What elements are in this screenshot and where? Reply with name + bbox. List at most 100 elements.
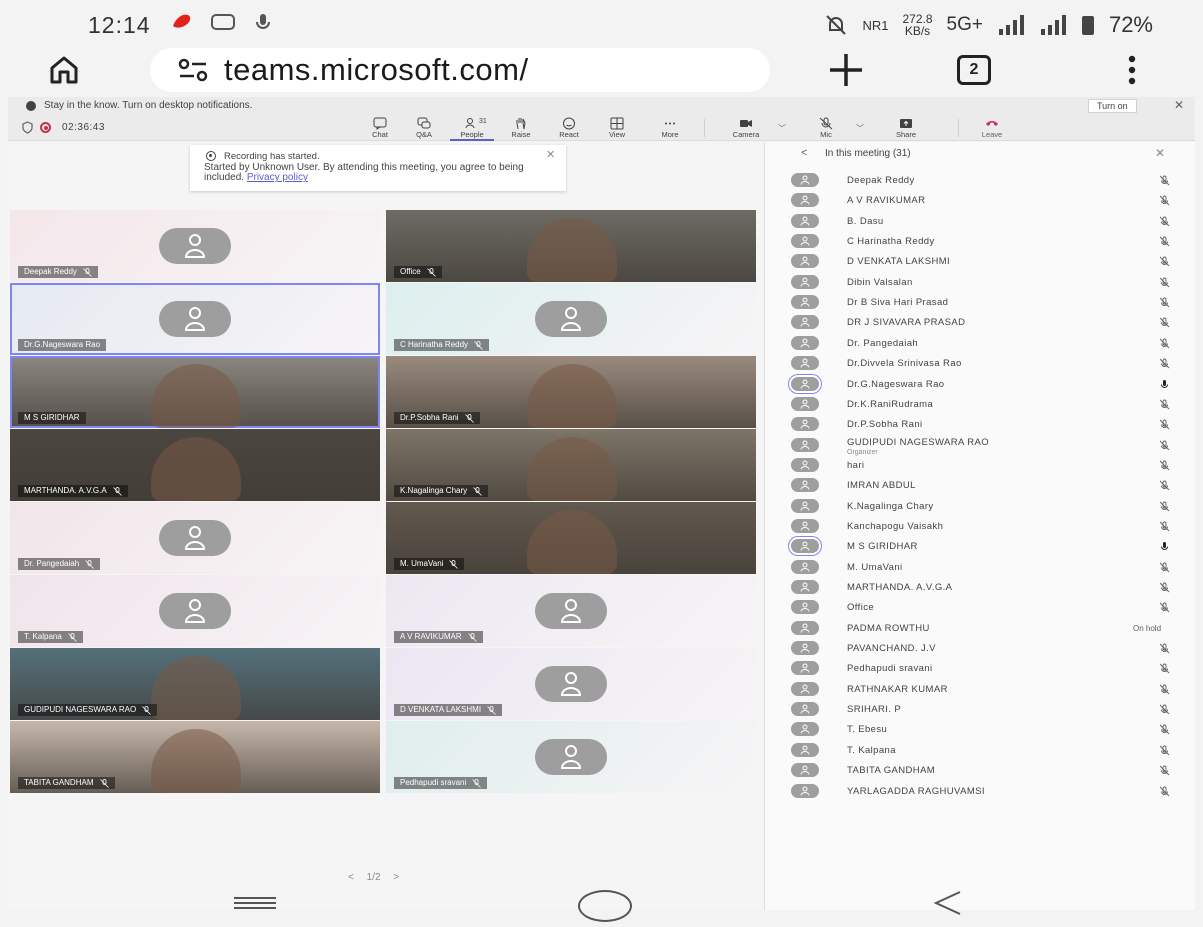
participant-row[interactable]: A V RAVIKUMAR: [765, 190, 1196, 210]
participant-row[interactable]: T. Kalpana: [765, 740, 1196, 760]
video-tile[interactable]: Pedhapudi sravani: [386, 721, 756, 793]
participant-row[interactable]: Dr. Pangedaiah: [765, 333, 1196, 353]
participant-row[interactable]: DR J SIVAVARA PRASAD: [765, 312, 1196, 332]
more-vertical-icon[interactable]: [1124, 54, 1140, 86]
home-icon[interactable]: [48, 54, 80, 86]
participant-row[interactable]: Office: [765, 597, 1196, 617]
share-button[interactable]: Share: [878, 117, 934, 141]
participant-row[interactable]: Dr.Divvela Srinivasa Rao: [765, 353, 1196, 373]
site-settings-icon[interactable]: [178, 58, 208, 82]
video-tile[interactable]: Dr. Pangedaiah: [10, 502, 380, 574]
participant-video: [526, 218, 617, 282]
avatar: [791, 559, 819, 574]
mic-options-chevron-icon[interactable]: ﹀: [856, 123, 864, 134]
video-tile[interactable]: TABITA GANDHAM: [10, 721, 380, 793]
address-bar[interactable]: teams.microsoft.com/: [150, 48, 770, 92]
participant-row[interactable]: IMRAN ABDUL: [765, 475, 1196, 495]
new-tab-plus-icon[interactable]: [826, 50, 866, 90]
participant-row[interactable]: PADMA ROWTHU On hold: [765, 618, 1196, 638]
more-icon: [665, 122, 675, 125]
mic-button[interactable]: Mic: [798, 117, 854, 141]
participant-name: M. UmaVani: [847, 561, 903, 573]
person-icon: [800, 704, 810, 714]
raise-hand-button[interactable]: Raise: [499, 117, 543, 141]
participant-name: SRIHARI. P: [847, 704, 902, 716]
camera-options-chevron-icon[interactable]: ﹀: [778, 123, 786, 134]
participant-row[interactable]: MARTHANDA. A.V.G.A: [765, 577, 1196, 597]
video-tile[interactable]: Dr.P.Sobha Rani: [386, 356, 756, 428]
camera-button[interactable]: Camera: [718, 117, 774, 141]
more-button[interactable]: More: [648, 117, 692, 141]
close-icon[interactable]: ✕: [1174, 98, 1184, 112]
video-tile[interactable]: Office: [386, 210, 756, 282]
mic-off-icon: [1159, 460, 1170, 471]
participant-row[interactable]: K.Nagalinga Chary: [765, 496, 1196, 516]
recents-menu-icon[interactable]: [232, 896, 278, 910]
close-icon[interactable]: ✕: [1155, 146, 1165, 160]
participant-row[interactable]: M. UmaVani: [765, 557, 1196, 577]
mic-off-icon: [1159, 440, 1170, 450]
participant-name: B. Dasu: [847, 215, 884, 227]
avatar: [535, 666, 607, 702]
participant-row[interactable]: B. Dasu: [765, 211, 1196, 231]
participant-row[interactable]: M S GIRIDHAR: [765, 536, 1196, 556]
participant-row[interactable]: SRIHARI. P: [765, 699, 1196, 719]
tile-name: T. Kalpana: [24, 632, 62, 641]
react-button[interactable]: React: [547, 117, 591, 141]
participant-row[interactable]: YARLAGADDA RAGHUVAMSI: [765, 781, 1196, 801]
person-icon: [800, 562, 810, 572]
meeting-timer: 02:36:43: [62, 122, 105, 133]
participant-row[interactable]: Dr.P.Sobha Rani: [765, 414, 1196, 434]
video-tile[interactable]: A V RAVIKUMAR: [386, 575, 756, 647]
people-button[interactable]: 31 People: [450, 117, 494, 141]
participant-row[interactable]: Dr.K.RaniRudrama: [765, 394, 1196, 414]
tab-switcher-button[interactable]: 2: [957, 55, 991, 85]
participant-row[interactable]: hari: [765, 455, 1196, 475]
url-text: teams.microsoft.com/: [224, 52, 529, 87]
tile-name: TABITA GANDHAM: [24, 778, 94, 787]
signal-icon: [998, 15, 1024, 35]
participant-row[interactable]: GUDIPUDI NAGESWARA RAO Organizer: [765, 435, 1196, 456]
mic-off-icon: [1159, 643, 1170, 654]
person-icon: [800, 724, 810, 735]
person-icon: [800, 399, 810, 409]
participant-row[interactable]: T. Ebesu: [765, 719, 1196, 739]
video-tile[interactable]: Dr.G.Nageswara Rao: [10, 283, 380, 355]
participant-row[interactable]: C Harinatha Reddy: [765, 231, 1196, 251]
video-tile[interactable]: T. Kalpana: [10, 575, 380, 647]
turn-on-notifications-button[interactable]: Turn on: [1088, 99, 1137, 113]
video-tile[interactable]: GUDIPUDI NAGESWARA RAO: [10, 648, 380, 720]
leave-button[interactable]: Leave: [964, 117, 1020, 141]
video-tile[interactable]: Deepak Reddy: [10, 210, 380, 282]
view-button[interactable]: View: [595, 117, 639, 141]
video-tile[interactable]: M S GIRIDHAR: [10, 356, 380, 428]
participant-row[interactable]: Dr.G.Nageswara Rao: [765, 374, 1196, 394]
video-tile[interactable]: K.Nagalinga Chary: [386, 429, 756, 501]
home-circle-icon[interactable]: [578, 890, 632, 922]
tile-name: M. UmaVani: [400, 559, 444, 568]
back-icon[interactable]: [932, 888, 964, 918]
participant-row[interactable]: Dibin Valsalan: [765, 272, 1196, 292]
qa-button[interactable]: Q&A: [402, 117, 446, 141]
participant-name: PAVANCHAND. J.V: [847, 643, 936, 655]
participant-row[interactable]: Pedhapudi sravani: [765, 658, 1196, 678]
participant-row[interactable]: RATHNAKAR KUMAR: [765, 679, 1196, 699]
close-icon[interactable]: ✕: [546, 148, 555, 161]
participant-row[interactable]: Kanchapogu Vaisakh: [765, 516, 1196, 536]
video-tile[interactable]: C Harinatha Reddy: [386, 283, 756, 355]
participant-row[interactable]: PAVANCHAND. J.V: [765, 638, 1196, 658]
back-chevron-icon[interactable]: <: [801, 147, 807, 159]
person-icon: [560, 307, 582, 331]
video-tile[interactable]: MARTHANDA. A.V.G.A: [10, 429, 380, 501]
participant-row[interactable]: TABITA GANDHAM: [765, 760, 1196, 780]
participant-row[interactable]: Deepak Reddy: [765, 170, 1196, 190]
avatar: [791, 315, 819, 330]
video-tile[interactable]: M. UmaVani: [386, 502, 756, 574]
tile-name-label: TABITA GANDHAM: [18, 777, 115, 789]
participant-row[interactable]: Dr B Siva Hari Prasad: [765, 292, 1196, 312]
avatar: [791, 274, 819, 289]
video-tile[interactable]: D VENKATA LAKSHMI: [386, 648, 756, 720]
chat-button[interactable]: Chat: [358, 117, 402, 141]
privacy-policy-link[interactable]: Privacy policy: [247, 172, 308, 183]
participant-row[interactable]: D VENKATA LAKSHMI: [765, 251, 1196, 271]
